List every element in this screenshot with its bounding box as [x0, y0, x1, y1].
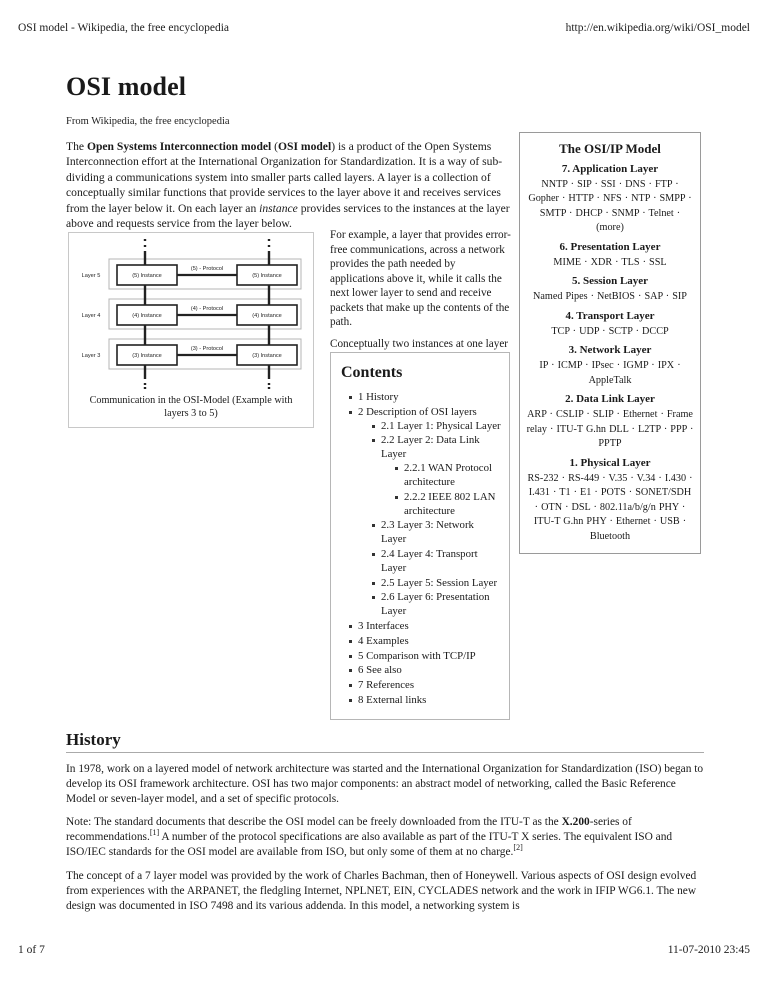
toc-item-label: 2.2.2 IEEE 802 LAN architecture [404, 490, 496, 517]
toc-sublist: 2.2.1 WAN Protocol architecture 2.2.2 IEE… [381, 462, 501, 518]
toc-item-label: 2.3 Layer 3: Network Layer [381, 519, 474, 546]
osi-communication-figure: Layer 5 Layer 4 Layer 3 (5) Instance (4)… [68, 232, 314, 428]
toc-item[interactable]: 7 References [349, 679, 501, 693]
print-header: OSI model - Wikipedia, the free encyclop… [18, 22, 750, 34]
contents-box: Contents 1 History 2 Description of OSI l… [330, 352, 510, 720]
infobox-layer-protocols: IP · ICMP · IPsec · IGMP · IPX · AppleTa… [539, 360, 681, 386]
diagram-instance-right-4: (4) Instance [252, 313, 282, 319]
toc-item-label: 2.2 Layer 2: Data Link Layer [381, 434, 480, 461]
infobox-layer-name: 6. Presentation Layer [559, 240, 661, 253]
toc-item[interactable]: 1 History [349, 391, 501, 405]
diagram-instance-right-3: (3) Instance [252, 353, 282, 359]
diagram-layer-label-4: Layer 4 [82, 313, 101, 319]
toc-item[interactable]: 5 Comparison with TCP/IP [349, 650, 501, 664]
infobox-layer-protocols: Named Pipes · NetBIOS · SAP · SIP [533, 291, 687, 303]
toc-item[interactable]: 2.2 Layer 2: Data Link Layer 2.2.1 WAN Pr… [372, 434, 501, 518]
infobox-layer-name: 7. Application Layer [561, 163, 659, 175]
toc-item[interactable]: 4 Examples [349, 635, 501, 649]
osi-diagram-svg: Layer 5 Layer 4 Layer 3 (5) Instance (4)… [82, 239, 302, 389]
toc-item-label: 6 See also [358, 664, 402, 677]
history-heading: History [66, 730, 704, 753]
infobox-layer-protocols: RS-232 · RS-449 · V.35 · V.34 · I.430 · … [527, 472, 693, 542]
toc-item[interactable]: 2.1 Layer 1: Physical Layer [372, 420, 501, 434]
history-section: History In 1978, work on a layered model… [66, 730, 704, 922]
toc-item-label: 2 Description of OSI layers [358, 405, 477, 418]
toc-item-label: 2.1 Layer 1: Physical Layer [381, 419, 501, 432]
figure-caption: Communication in the OSI-Model (Example … [89, 395, 293, 420]
diagram-layer-label-3: Layer 3 [82, 353, 101, 359]
toc-item-label: 8 External links [358, 694, 427, 707]
infobox-layer-protocols: NNTP · SIP · SSI · DNS · FTP · Gopher · … [528, 179, 692, 234]
toc-item-label: 2.6 Layer 6: Presentation Layer [381, 591, 490, 618]
infobox-title: The OSI/IP Model [559, 141, 661, 156]
toc-item[interactable]: 2.2.2 IEEE 802 LAN architecture [395, 491, 501, 519]
infobox-layer-protocols: MIME · XDR · TLS · SSL [553, 256, 667, 268]
diagram-protocol-label-3: (3) - Protocol [191, 346, 223, 352]
diagram-instance-left-4: (4) Instance [132, 313, 162, 319]
toc-item[interactable]: 2.6 Layer 6: Presentation Layer [372, 591, 501, 619]
toc-item-label: 2.2.1 WAN Protocol architecture [404, 462, 492, 488]
diagram-protocol-label-5: (5) - Protocol [191, 266, 223, 272]
toc-item-label: 4 Examples [358, 634, 409, 647]
article-tagline: From Wikipedia, the free encyclopedia [66, 116, 230, 127]
print-footer: 1 of 7 11-07-2010 23:45 [18, 944, 750, 956]
diagram-instance-left-3: (3) Instance [132, 353, 162, 359]
contents-title: Contents [341, 364, 403, 381]
toc-item[interactable]: 2.2.1 WAN Protocol architecture [395, 462, 501, 490]
history-paragraph: The concept of a 7 layer model was provi… [66, 869, 697, 912]
lead-paragraph: The Open Systems Interconnection model (… [66, 140, 510, 231]
diagram-layer-label-5: Layer 5 [82, 273, 101, 279]
footer-page-indicator: 1 of 7 [18, 944, 45, 956]
toc-item-label: 2.4 Layer 4: Transport Layer [381, 547, 478, 574]
footer-timestamp: 11-07-2010 23:45 [667, 944, 750, 956]
toc-item[interactable]: 2.5 Layer 5: Session Layer [372, 577, 501, 591]
infobox-layer-protocols: TCP · UDP · SCTP · DCCP [551, 325, 669, 337]
toc-item[interactable]: 3 Interfaces [349, 620, 501, 634]
history-paragraph: In 1978, work on a layered model of netw… [66, 763, 704, 805]
header-document-title: OSI model - Wikipedia, the free encyclop… [18, 22, 230, 34]
toc-item[interactable]: 2.4 Layer 4: Transport Layer [372, 548, 501, 576]
infobox-layer-name: 3. Network Layer [568, 344, 652, 357]
infobox-layer-name: 2. Data Link Layer [565, 393, 655, 406]
toc-item[interactable]: 2.3 Layer 3: Network Layer [372, 519, 501, 547]
header-source-url: http://en.wikipedia.org/wiki/OSI_model [565, 22, 750, 34]
osi-ip-model-infobox: The OSI/IP Model 7. Application Layer NN… [519, 132, 701, 555]
toc-item[interactable]: 2 Description of OSI layers 2.1 Layer 1: … [349, 406, 501, 619]
diagram-protocol-label-4: (4) - Protocol [191, 306, 223, 312]
diagram-instance-right-5: (5) Instance [252, 273, 282, 279]
mid-paragraph: For example, a layer that provides error… [330, 229, 511, 329]
toc-item[interactable]: 8 External links [349, 694, 501, 708]
infobox-layer-name: 5. Session Layer [571, 275, 649, 288]
toc-item-label: 2.5 Layer 5: Session Layer [381, 576, 498, 589]
contents-list: 1 History 2 Description of OSI layers 2.1 … [339, 391, 501, 708]
infobox-layer-name: 4. Transport Layer [565, 309, 655, 322]
toc-item-label: 3 Interfaces [358, 620, 409, 632]
toc-item-label: 5 Comparison with TCP/IP [358, 649, 476, 662]
osi-diagram: Layer 5 Layer 4 Layer 3 (5) Instance (4)… [73, 237, 309, 389]
toc-item[interactable]: 6 See also [349, 664, 501, 678]
toc-sublist: 2.1 Layer 1: Physical Layer 2.2 Layer 2: … [358, 420, 501, 619]
toc-item-label: 1 History [358, 391, 399, 403]
infobox-layer-name: 1. Physical Layer [569, 456, 651, 469]
diagram-instance-left-5: (5) Instance [132, 273, 162, 279]
page-title: OSI model [66, 72, 187, 101]
history-paragraph: Note: The standard documents that descri… [66, 816, 673, 859]
infobox-layer-protocols: ARP · CSLIP · SLIP · Ethernet · Frame re… [526, 409, 694, 450]
toc-item-label: 7 References [358, 679, 415, 692]
infobox-layers: 7. Application Layer NNTP · SIP · SSI · … [524, 163, 696, 544]
